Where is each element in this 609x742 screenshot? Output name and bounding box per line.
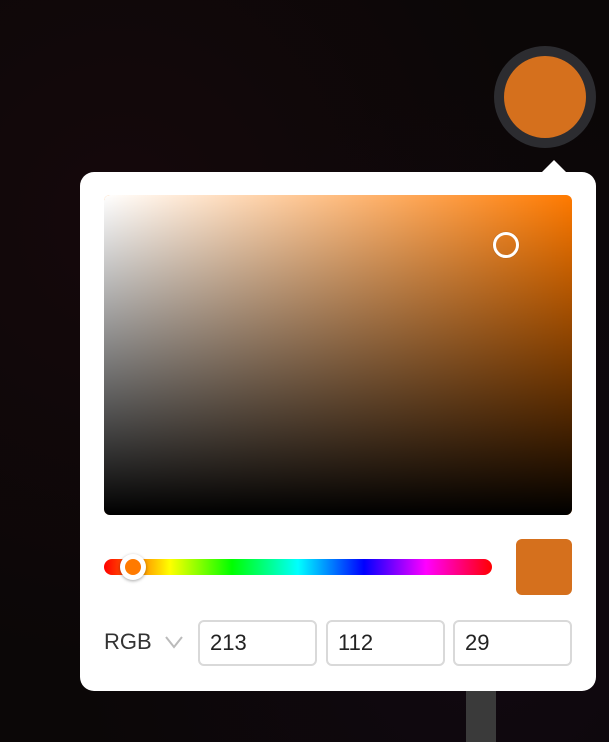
trigger-color-swatch	[504, 56, 586, 138]
saturation-value-handle[interactable]	[493, 232, 519, 258]
saturation-value-area[interactable]	[104, 195, 572, 515]
background-pole	[466, 690, 496, 742]
color-picker-popover: RGB	[80, 160, 596, 691]
color-trigger-button[interactable]	[494, 46, 596, 148]
red-channel-input[interactable]	[198, 620, 317, 666]
color-preview-swatch	[516, 539, 572, 595]
chevron-down-icon	[164, 636, 183, 649]
blue-channel-input[interactable]	[453, 620, 572, 666]
color-format-label: RGB	[104, 629, 152, 654]
green-channel-input[interactable]	[326, 620, 445, 666]
color-format-select[interactable]: RGB	[104, 620, 184, 664]
hue-slider[interactable]	[104, 554, 492, 580]
hue-handle-color-dot	[125, 559, 141, 575]
app-background: RGB	[0, 0, 609, 742]
hue-slider-handle[interactable]	[120, 554, 146, 580]
popover-arrow	[541, 160, 567, 173]
